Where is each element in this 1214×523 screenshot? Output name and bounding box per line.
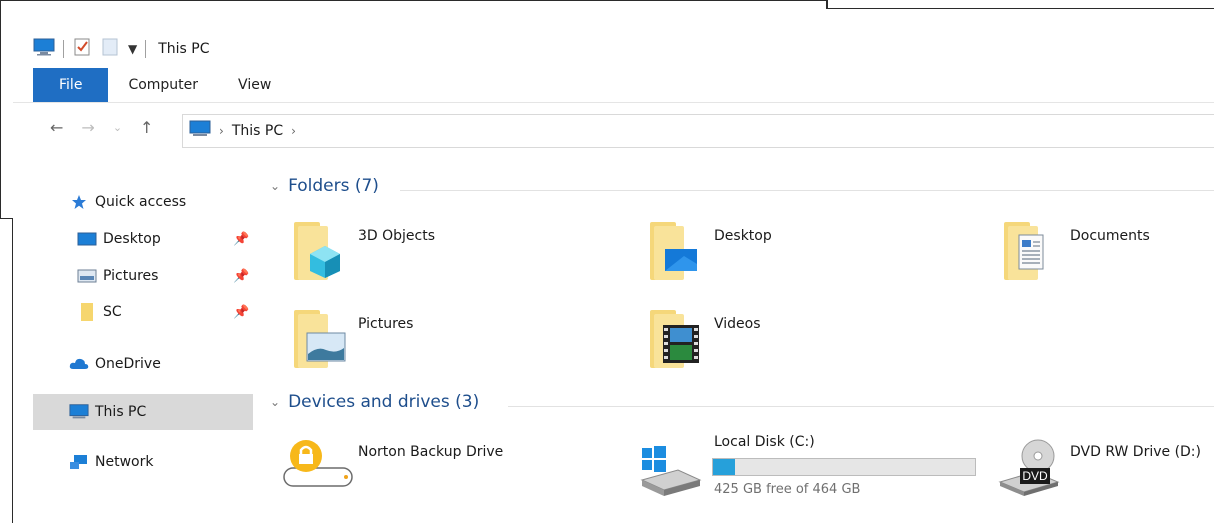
group-divider [508,406,1214,407]
sidebar-item-sc[interactable]: SC 📌 [77,294,253,330]
drive-usage-fill [713,459,735,475]
folder-label: Documents [1070,228,1150,244]
sidebar-item-label: Desktop [103,231,161,247]
back-arrow-icon[interactable]: ← [50,118,63,137]
drive-label: Local Disk (C:) [714,434,815,450]
group-divider [400,190,1214,191]
frame-edge [0,0,826,1]
dvd-badge: DVD [1022,469,1048,483]
folder-label: 3D Objects [358,228,436,244]
folder-label: Videos [714,316,761,332]
tab-computer[interactable]: Computer [108,68,218,102]
sidebar-item-network[interactable]: Network [69,444,253,480]
chevron-right-icon[interactable]: › [291,124,296,138]
chevron-right-icon[interactable]: › [219,124,224,138]
drive-tile-local-disk-c[interactable]: Local Disk (C:) 425 GB free of 464 GB [638,432,976,502]
norton-backup-drive-icon [283,440,353,487]
drive-tile-dvd[interactable]: DVD DVD RW Drive (D:) [998,436,1201,500]
drive-label: Norton Backup Drive [358,444,504,460]
sidebar-item-this-pc[interactable]: This PC [33,394,253,430]
customize-toolbar-icon[interactable]: ▼ [128,42,137,56]
folder-icon [77,303,97,321]
dvd-drive-icon [998,439,1060,496]
drive-usage-bar [712,458,976,476]
videos-folder-icon [650,310,699,368]
toolbar-separator [63,40,64,58]
computer-icon [33,38,55,60]
recent-locations-icon[interactable]: ⌄ [113,121,122,134]
computer-icon [189,120,211,142]
forward-arrow-icon[interactable]: → [81,118,94,137]
sidebar-item-onedrive[interactable]: OneDrive [69,346,253,382]
folders-group-header[interactable]: ⌄ Folders (7) [270,176,379,196]
sidebar-item-label: This PC [95,404,147,420]
windows-disk-icon [640,446,702,496]
cloud-icon [69,355,89,373]
sidebar-item-label: Quick access [95,194,187,210]
tab-view[interactable]: View [218,68,291,102]
drive-tile-norton[interactable]: Norton Backup Drive [282,436,503,498]
3d-objects-folder-icon [294,222,342,280]
chevron-down-icon[interactable]: ⌄ [270,179,280,193]
sidebar-item-pictures[interactable]: Pictures 📌 [77,258,253,294]
frame-edge [826,0,828,8]
star-icon [69,193,89,211]
sidebar-item-label: SC [103,304,122,320]
desktop-folder-icon [77,230,97,248]
toolbar-separator [145,40,147,58]
network-icon [69,453,89,471]
ribbon-tabs: File Computer View [33,68,291,102]
sidebar-item-label: OneDrive [95,356,161,372]
pin-icon[interactable]: 📌 [233,305,249,320]
frame-edge [0,0,1,218]
drive-free-space: 425 GB free of 464 GB [714,482,861,497]
devices-group-header[interactable]: ⌄ Devices and drives (3) [270,392,479,412]
desktop-folder-icon [650,222,698,280]
properties-icon[interactable] [72,37,92,61]
title-bar: ▼ This PC [33,37,210,61]
pictures-folder-icon [77,267,97,285]
sidebar-item-label: Pictures [103,268,159,284]
address-bar[interactable]: › This PC › [182,114,1214,148]
navigation-buttons: ← → ⌄ ↑ [50,118,153,137]
pin-icon[interactable]: 📌 [233,269,249,284]
up-arrow-icon[interactable]: ↑ [140,118,153,137]
ribbon-divider [13,102,1214,103]
breadcrumb-this-pc[interactable]: This PC [232,123,283,139]
frame-edge [0,218,12,219]
documents-folder-icon [1004,222,1052,280]
computer-icon [69,403,89,421]
sidebar-item-label: Network [95,454,154,470]
window-title: This PC [158,41,210,57]
pictures-folder-icon [294,310,346,368]
chevron-down-icon[interactable]: ⌄ [270,395,280,409]
drive-label: DVD RW Drive (D:) [1070,444,1201,460]
sidebar-item-desktop[interactable]: Desktop 📌 [77,221,253,257]
tab-file[interactable]: File [33,68,109,102]
pin-icon[interactable]: 📌 [233,232,249,247]
new-folder-icon[interactable] [100,37,120,61]
folder-label: Desktop [714,228,772,244]
sidebar-item-quick-access[interactable]: Quick access [69,184,253,220]
folder-label: Pictures [358,316,414,332]
